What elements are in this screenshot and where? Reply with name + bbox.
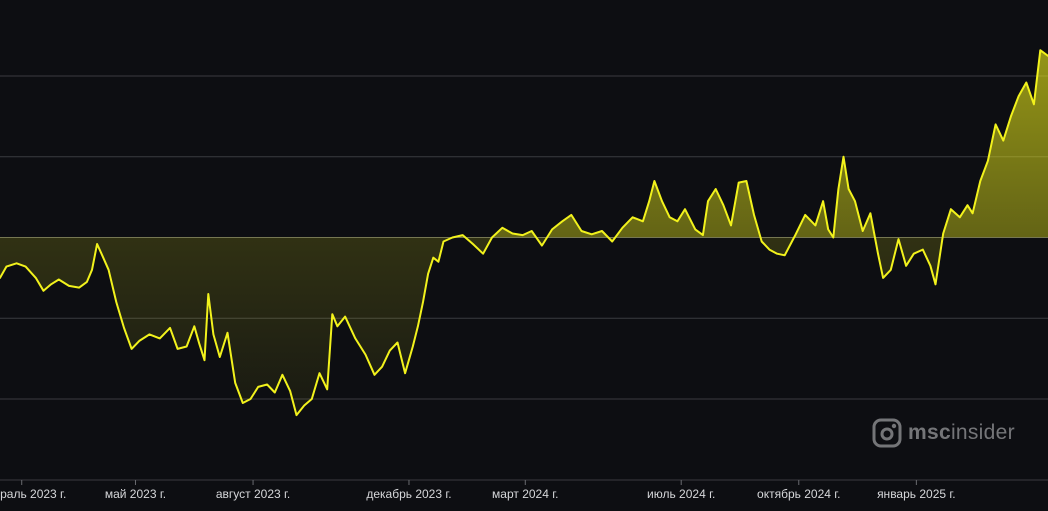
x-tick-label: октябрь 2024 г. <box>757 487 840 501</box>
series-line <box>0 49 1048 417</box>
watermark-brand-light: insider <box>950 421 1015 444</box>
x-tick-label: май 2023 г. <box>105 487 166 501</box>
x-tick-label: июль 2024 г. <box>647 487 715 501</box>
x-tick-label: февраль 2023 г. <box>0 487 66 501</box>
x-axis-ticks: февраль 2023 г. май 2023 г. август 2023 г.… <box>0 480 956 501</box>
watermark: mscinsider <box>872 418 1015 448</box>
x-tick-label: январь 2025 г. <box>877 487 956 501</box>
x-tick-label: август 2023 г. <box>216 487 290 501</box>
watermark-brand-bold: msc <box>908 421 951 444</box>
x-tick-label: март 2024 г. <box>492 487 558 501</box>
msc-logo-icon <box>872 418 902 448</box>
x-tick-label: декабрь 2023 г. <box>366 487 451 501</box>
watermark-brand: mscinsider <box>908 421 1015 445</box>
area-fill-positive <box>0 50 1048 238</box>
area-fill-negative <box>0 238 943 416</box>
